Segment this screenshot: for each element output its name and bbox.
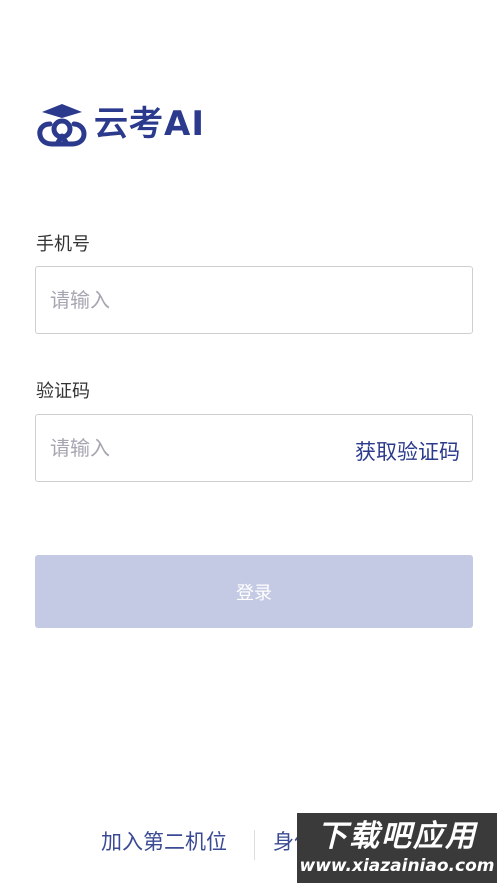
- footer-divider: [254, 830, 255, 860]
- cloud-camera-logo-icon: [37, 104, 87, 147]
- phone-input-box[interactable]: [35, 266, 473, 334]
- brand-logo: 云考AI: [36, 100, 205, 148]
- join-second-camera-link[interactable]: 加入第二机位: [101, 826, 227, 856]
- code-input[interactable]: [50, 415, 310, 481]
- brand-name: 云考AI: [94, 104, 205, 144]
- get-code-button[interactable]: 获取验证码: [355, 415, 460, 483]
- login-page: 云考AI 手机号 验证码 获取验证码 登录 加入第二机位 身份 下载吧应用 ww…: [0, 0, 497, 883]
- phone-input[interactable]: [50, 267, 450, 333]
- phone-label: 手机号: [36, 234, 90, 255]
- login-button[interactable]: 登录: [35, 555, 473, 628]
- watermark-url-text: www.xiazainiao.com: [299, 856, 495, 876]
- site-watermark: 下载吧应用 www.xiazainiao.com: [297, 813, 497, 883]
- code-input-box[interactable]: 获取验证码: [35, 414, 473, 482]
- watermark-main-text: 下载吧应用: [317, 819, 477, 854]
- code-label: 验证码: [36, 381, 90, 402]
